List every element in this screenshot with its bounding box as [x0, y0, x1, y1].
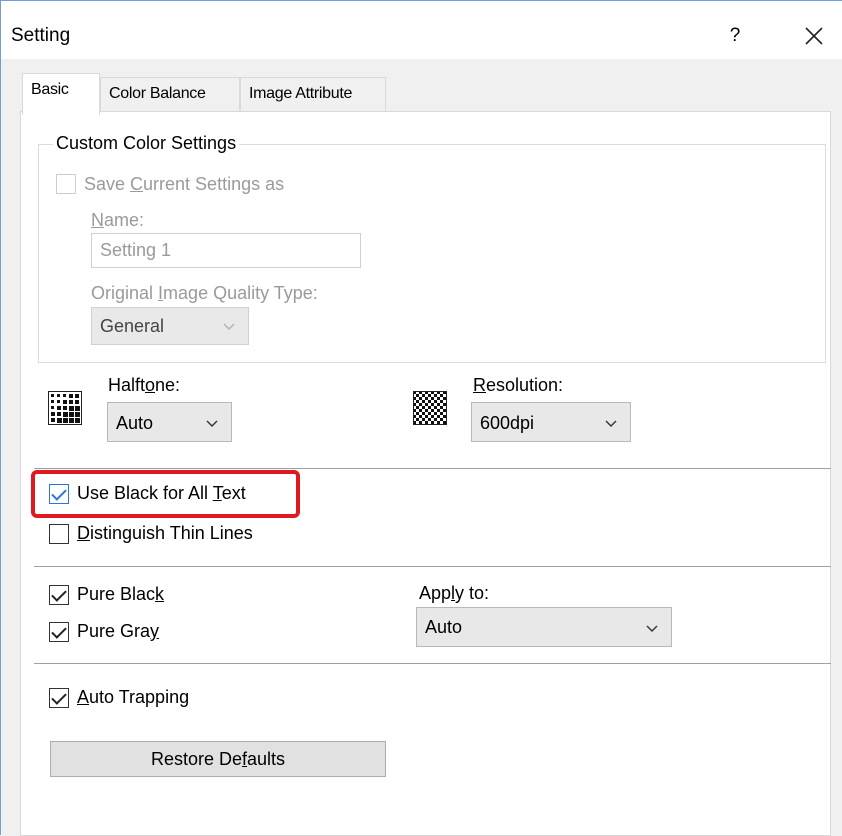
help-button[interactable]: ?	[723, 21, 747, 51]
separator	[34, 566, 831, 567]
pure-gray-label: Pure Gray	[77, 621, 160, 641]
tab-color-balance-label: Color Balance	[109, 85, 206, 102]
resolution-label: Resolution:	[473, 375, 564, 395]
apply-to-select[interactable]: Auto	[416, 607, 672, 647]
window-title: Setting	[11, 25, 71, 46]
chevron-down-icon	[645, 620, 659, 641]
checker-pattern-icon	[413, 391, 447, 425]
save-current-settings-label: Save Current Settings as	[84, 174, 285, 194]
resolution-value: 600dpi	[480, 413, 535, 433]
halftone-value: Auto	[116, 413, 154, 433]
resolution-select[interactable]: 600dpi	[471, 402, 631, 442]
chevron-down-icon	[604, 415, 618, 436]
name-label: Name:	[91, 210, 145, 230]
custom-color-group-title: Custom Color Settings	[53, 133, 240, 154]
close-button[interactable]	[797, 19, 831, 53]
halftone-pattern-icon	[48, 391, 82, 425]
auto-trapping-label: Auto Trapping	[77, 687, 190, 707]
tab-color-balance[interactable]: Color Balance	[100, 77, 240, 111]
pure-black-checkbox[interactable]	[49, 585, 69, 605]
close-icon	[805, 27, 823, 45]
tab-image-attribute-label: Image Attribute	[249, 85, 353, 102]
tab-image-attribute[interactable]: Image Attribute	[240, 77, 386, 111]
restore-defaults-button[interactable]: Restore Defaults	[50, 741, 386, 777]
apply-to-label: Apply to:	[419, 583, 490, 603]
dialog-window: Setting ? Basic Color Balance Image Attr…	[0, 0, 842, 836]
apply-to-value: Auto	[425, 617, 463, 637]
separator	[34, 468, 831, 469]
chevron-down-icon	[222, 318, 236, 339]
tab-basic-label: Basic	[31, 81, 69, 98]
chevron-down-icon	[205, 415, 219, 436]
pure-black-label: Pure Black	[77, 584, 165, 604]
name-input-value: Setting 1	[100, 240, 172, 260]
use-black-for-all-text-checkbox[interactable]	[49, 484, 69, 504]
title-bar: Setting ?	[1, 1, 842, 59]
name-input[interactable]: Setting 1	[91, 233, 361, 268]
original-image-quality-label: Original Image Quality Type:	[91, 283, 318, 303]
halftone-select[interactable]: Auto	[107, 402, 232, 442]
auto-trapping-checkbox[interactable]	[49, 688, 69, 708]
original-image-quality-value: General	[100, 316, 165, 336]
separator	[34, 663, 831, 664]
original-image-quality-select[interactable]: General	[91, 307, 249, 345]
save-current-settings-checkbox[interactable]	[56, 174, 76, 194]
tab-basic[interactable]: Basic	[22, 73, 100, 115]
pure-gray-checkbox[interactable]	[49, 622, 69, 642]
halftone-label: Halftone:	[108, 375, 181, 395]
use-black-for-all-text-label: Use Black for All Text	[77, 483, 246, 503]
distinguish-thin-lines-label: Distinguish Thin Lines	[77, 523, 253, 543]
distinguish-thin-lines-checkbox[interactable]	[49, 524, 69, 544]
